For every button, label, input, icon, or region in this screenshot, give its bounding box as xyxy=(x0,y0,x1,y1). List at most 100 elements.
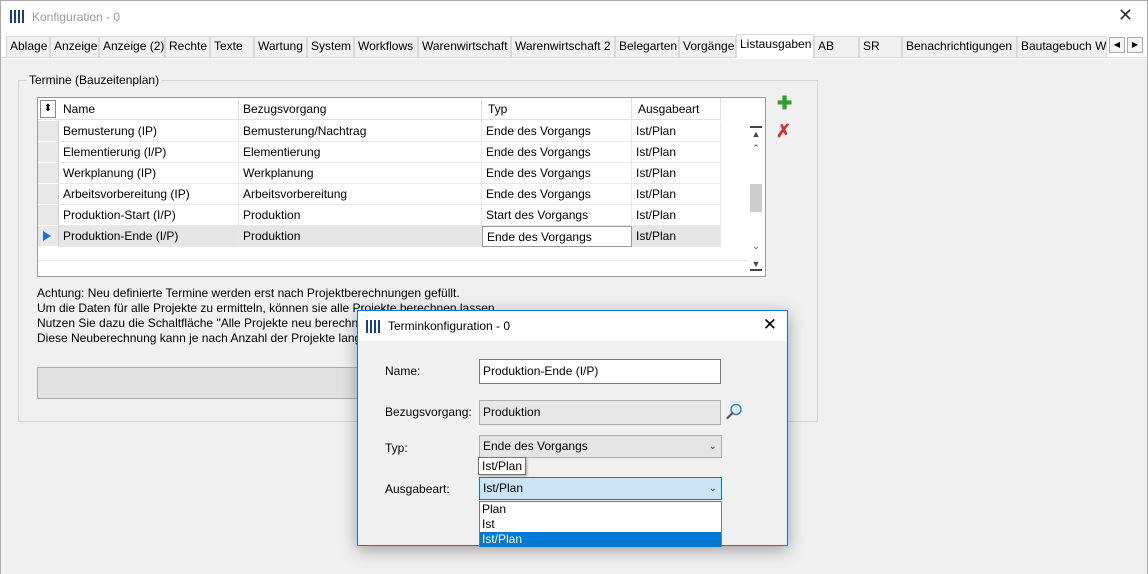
bezugsvorgang-field[interactable]: Produktion xyxy=(479,400,721,425)
search-icon[interactable] xyxy=(726,403,743,420)
close-icon[interactable]: ✕ xyxy=(1118,5,1133,26)
typ-label: Typ: xyxy=(385,441,408,455)
current-row-pointer-icon xyxy=(43,231,51,241)
tab-anzeige-2[interactable]: Anzeige (2) xyxy=(99,36,165,57)
row-header[interactable] xyxy=(38,226,59,247)
app-logo-icon xyxy=(10,10,26,23)
cell-bezugsvorgang[interactable]: Arbeitsvorbereitung xyxy=(239,184,482,205)
tab-scroll-right-icon[interactable]: ▶ xyxy=(1127,37,1143,53)
tab-listausgaben[interactable]: Listausgaben xyxy=(736,34,814,58)
tab-bautagebuch[interactable]: Bautagebuch W xyxy=(1017,36,1107,57)
name-field[interactable]: Produktion-Ende (I/P) xyxy=(479,359,721,384)
cell-name[interactable]: Elementierung (I/P) xyxy=(59,142,239,163)
dropdown-option-plan[interactable]: Plan xyxy=(480,502,721,517)
tab-belegarten[interactable]: Belegarten xyxy=(615,36,679,57)
grid-horizontal-scrollbar[interactable] xyxy=(38,260,748,276)
cell-ausgabeart[interactable]: Ist/Plan xyxy=(632,205,721,226)
table-row-selected[interactable]: Produktion-Ende (I/P) Produktion Ende de… xyxy=(38,226,721,247)
cell-typ[interactable]: Ende des Vorgangs xyxy=(482,184,632,205)
ausgabeart-dropdown-list: Plan Ist Ist/Plan xyxy=(479,501,722,547)
cell-bezugsvorgang[interactable]: Elementierung xyxy=(239,142,482,163)
scroll-up-icon[interactable]: ⌃ xyxy=(750,142,762,155)
cell-ausgabeart[interactable]: Ist/Plan xyxy=(632,163,721,184)
row-header[interactable] xyxy=(38,163,59,184)
row-header[interactable] xyxy=(38,142,59,163)
terminkonfiguration-dialog: Terminkonfiguration - 0 ✕ Name: Produkti… xyxy=(357,310,788,547)
scroll-down-icon[interactable]: ⌄ xyxy=(750,240,762,253)
cell-name[interactable]: Produktion-Start (I/P) xyxy=(59,205,239,226)
ausgabeart-select-value: Ist/Plan xyxy=(483,481,524,495)
cell-ausgabeart[interactable]: Ist/Plan xyxy=(632,142,721,163)
cell-typ[interactable]: Ende des Vorgangs xyxy=(482,163,632,184)
table-row[interactable]: Elementierung (I/P) Elementierung Ende d… xyxy=(38,142,721,163)
info-line: Achtung: Neu definierte Termine werden e… xyxy=(37,286,460,300)
tab-rechte[interactable]: Rechte xyxy=(165,36,210,57)
cell-ausgabeart[interactable]: Ist/Plan xyxy=(632,121,721,142)
termine-grid[interactable]: ⬍ Name Bezugsvorgang Typ Ausgabeart Bemu… xyxy=(37,97,766,277)
table-row[interactable]: Bemusterung (IP) Bemusterung/Nachtrag En… xyxy=(38,121,721,142)
table-row[interactable]: Arbeitsvorbereitung (IP) Arbeitsvorberei… xyxy=(38,184,721,205)
tab-ab[interactable]: AB xyxy=(814,36,859,57)
column-header-typ[interactable]: Typ xyxy=(482,98,632,120)
chevron-down-icon: ⌄ xyxy=(708,483,717,494)
app-logo-icon xyxy=(366,320,382,333)
row-header[interactable] xyxy=(38,121,59,142)
tab-scroll-left-icon[interactable]: ◀ xyxy=(1109,37,1125,53)
chevron-down-icon: ⌄ xyxy=(708,441,717,452)
name-label: Name: xyxy=(385,364,421,378)
column-header-ausgabeart[interactable]: Ausgabeart xyxy=(632,98,721,120)
cell-name[interactable]: Bemusterung (IP) xyxy=(59,121,239,142)
window-title: Konfiguration - 0 xyxy=(32,10,121,24)
column-header-name[interactable]: Name xyxy=(59,98,239,120)
cell-name[interactable]: Werkplanung (IP) xyxy=(59,163,239,184)
ausgabeart-select[interactable]: Ist/Plan ⌄ xyxy=(479,477,722,500)
cell-typ[interactable]: Ende des Vorgangs xyxy=(482,142,632,163)
group-title: Termine (Bauzeitenplan) xyxy=(27,73,162,87)
row-header[interactable] xyxy=(38,205,59,226)
cell-bezugsvorgang[interactable]: Produktion xyxy=(239,205,482,226)
cell-bezugsvorgang[interactable]: Werkplanung xyxy=(239,163,482,184)
delete-x-icon[interactable]: ✗ xyxy=(776,121,791,142)
tab-sr[interactable]: SR xyxy=(859,36,902,57)
ausgabeart-label: Ausgabeart: xyxy=(385,482,450,496)
sort-icon[interactable]: ⬍ xyxy=(40,100,56,118)
cell-name[interactable]: Arbeitsvorbereitung (IP) xyxy=(59,184,239,205)
scroll-thumb[interactable] xyxy=(750,184,762,212)
cell-typ[interactable]: Ende des Vorgangs xyxy=(482,226,632,247)
typ-select[interactable]: Ende des Vorgangs ⌄ xyxy=(479,435,722,458)
cell-bezugsvorgang[interactable]: Bemusterung/Nachtrag xyxy=(239,121,482,142)
cell-ausgabeart[interactable]: Ist/Plan xyxy=(632,226,721,247)
scroll-top-icon[interactable]: ▲ xyxy=(750,126,762,139)
cell-bezugsvorgang[interactable]: Produktion xyxy=(239,226,482,247)
tab-workflows[interactable]: Workflows xyxy=(354,36,418,57)
title-bar: Konfiguration - 0 ✕ xyxy=(1,1,1147,33)
tab-system[interactable]: System xyxy=(307,36,354,57)
dropdown-option-ist[interactable]: Ist xyxy=(480,517,721,532)
scroll-bottom-icon[interactable]: ▼ xyxy=(750,258,762,271)
tab-benachrichtigungen[interactable]: Benachrichtigungen xyxy=(902,36,1017,57)
tab-ablage[interactable]: Ablage xyxy=(6,36,50,57)
table-row[interactable]: Werkplanung (IP) Werkplanung Ende des Vo… xyxy=(38,163,721,184)
tab-warenwirtschaft[interactable]: Warenwirtschaft xyxy=(418,36,511,57)
tab-anzeige[interactable]: Anzeige xyxy=(50,36,99,57)
tab-texte[interactable]: Texte xyxy=(210,36,254,57)
table-row[interactable]: Produktion-Start (I/P) Produktion Start … xyxy=(38,205,721,226)
dialog-title: Terminkonfiguration - 0 xyxy=(388,319,511,333)
cell-typ[interactable]: Start des Vorgangs xyxy=(482,205,632,226)
cell-typ[interactable]: Ende des Vorgangs xyxy=(482,121,632,142)
dropdown-option-ist-plan[interactable]: Ist/Plan xyxy=(480,532,721,547)
close-icon[interactable]: ✕ xyxy=(763,315,777,335)
column-header-bezugsvorgang[interactable]: Bezugsvorgang xyxy=(239,98,482,120)
tooltip: Ist/Plan xyxy=(478,457,527,475)
bezugsvorgang-label: Bezugsvorgang: xyxy=(385,405,472,419)
plus-icon[interactable]: ✚ xyxy=(777,93,792,114)
grid-header: ⬍ Name Bezugsvorgang Typ Ausgabeart xyxy=(38,98,721,120)
cell-name[interactable]: Produktion-Ende (I/P) xyxy=(59,226,239,247)
tab-vorgaenge[interactable]: Vorgänge xyxy=(679,36,736,57)
tab-warenwirtschaft-2[interactable]: Warenwirtschaft 2 xyxy=(511,36,615,57)
grid-vertical-scrollbar[interactable]: ▲ ⌃ ⌄ ▼ xyxy=(748,122,765,275)
cell-ausgabeart[interactable]: Ist/Plan xyxy=(632,184,721,205)
row-header[interactable] xyxy=(38,184,59,205)
tab-bar: Ablage Anzeige Anzeige (2) Rechte Texte … xyxy=(1,34,1147,58)
tab-wartung[interactable]: Wartung xyxy=(254,36,307,57)
